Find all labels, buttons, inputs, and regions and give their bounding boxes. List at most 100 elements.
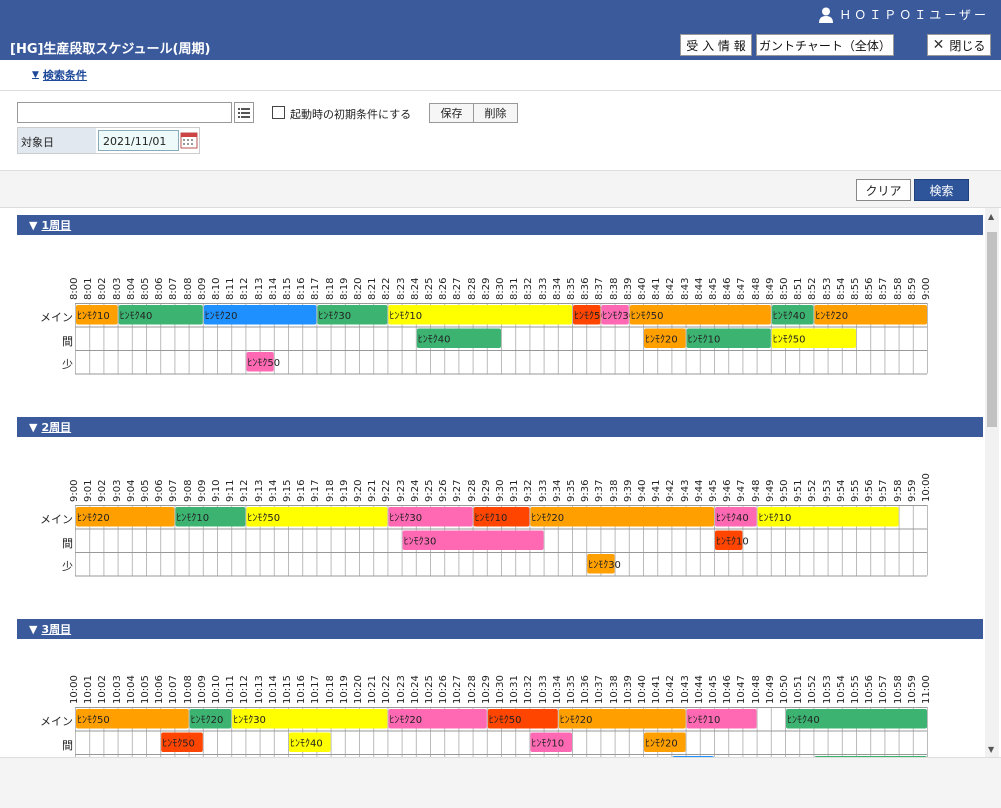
time-tick-label: 8:19 [338, 277, 350, 300]
schedule-bar[interactable]: ﾋﾝﾓｸ30 [317, 305, 388, 325]
user-menu[interactable]: ＨＯＩＰＯＩユーザー [819, 6, 989, 23]
time-tick-label: 8:08 [182, 277, 194, 300]
schedule-bar[interactable]: ﾋﾝﾓｸ20 [203, 305, 317, 325]
schedule-bar[interactable]: ﾋﾝﾓｸ10 [175, 507, 246, 527]
schedule-bar[interactable]: ﾋﾝﾓｸ20 [530, 507, 714, 527]
schedule-bar[interactable]: ﾋﾝﾓｸ30 [388, 507, 473, 527]
triangle-down-icon: ▼ [32, 70, 39, 80]
time-tick-label: 8:56 [864, 277, 876, 300]
time-tick-label: 9:00 [921, 277, 932, 300]
schedule-bar[interactable]: ﾋﾝﾓｸ50 [629, 305, 771, 325]
delete-button[interactable]: 削除 [473, 103, 518, 123]
time-tick-label: 9:51 [793, 479, 805, 502]
receive-info-button[interactable]: 受 入 情 報 [680, 34, 752, 56]
schedule-bar[interactable]: ﾋﾝﾓｸ50 [487, 709, 558, 729]
clear-button[interactable]: クリア [856, 179, 911, 201]
schedule-bar[interactable]: ﾋﾝﾓｸ10 [686, 709, 757, 729]
schedule-bar[interactable]: ﾋﾝﾓｸ50 [76, 709, 189, 729]
schedule-bar[interactable]: ﾋﾝﾓｸ10 [686, 328, 771, 349]
section-header-3[interactable]: ▼ 3周目 [17, 619, 983, 639]
condition-list-button[interactable] [234, 102, 254, 123]
target-date-input[interactable]: 2021/11/01 [98, 130, 179, 151]
time-tick-label: 9:14 [267, 479, 279, 502]
schedule-bar[interactable]: ﾋﾝﾓｸ20 [76, 507, 175, 527]
startup-default-checkbox[interactable] [272, 106, 285, 119]
schedule-bar[interactable]: ﾋﾝﾓｸ10 [388, 305, 572, 325]
schedule-bar[interactable]: ﾋﾝﾓｸ50 [246, 352, 280, 372]
time-tick-label: 10:42 [665, 675, 677, 704]
schedule-bar[interactable]: ﾋﾝﾓｸ10 [76, 305, 118, 325]
schedule-bar[interactable]: ﾋﾝﾓｸ20 [644, 732, 686, 753]
time-tick-label: 9:19 [338, 479, 350, 502]
saved-condition-select[interactable] [17, 102, 232, 123]
time-tick-label: 8:25 [424, 277, 435, 300]
section-header-2[interactable]: ▼ 2周目 [17, 417, 983, 437]
schedule-bar[interactable]: ﾋﾝﾓｸ30 [402, 530, 544, 551]
time-tick-label: 8:22 [381, 277, 393, 300]
triangle-down-icon: ▼ [29, 420, 38, 434]
section-header-1[interactable]: ▼ 1周目 [17, 215, 983, 235]
schedule-bar[interactable]: ﾋﾝﾓｸ40 [771, 305, 814, 325]
time-tick-label: 8:52 [807, 277, 819, 300]
schedule-bar[interactable]: ﾋﾝﾓｸ30 [232, 709, 388, 729]
title-bar: [HG]生産段取スケジュール(周期) 受 入 情 報 ガントチャート（全体） ✕… [0, 30, 1001, 60]
schedule-bar[interactable]: ﾋﾝﾓｸ10 [530, 732, 572, 753]
schedule-bar-label: ﾋﾝﾓｸ40 [418, 334, 451, 346]
time-tick-label: 10:03 [111, 675, 123, 704]
time-tick-label: 8:48 [750, 277, 762, 300]
schedule-bar[interactable]: ﾋﾝﾓｸ40 [715, 507, 757, 527]
schedule-bar[interactable]: ﾋﾝﾓｸ10 [715, 530, 749, 551]
vertical-scrollbar[interactable]: ▲ ▼ [985, 208, 999, 757]
schedule-bar[interactable]: ﾋﾝﾓｸ20 [644, 328, 686, 349]
time-tick-label: 8:05 [140, 277, 151, 300]
calendar-icon[interactable] [180, 131, 198, 149]
time-tick-label: 8:31 [509, 277, 521, 300]
schedule-bar-label: ﾋﾝﾓｸ10 [688, 334, 721, 346]
schedule-bar-label: ﾋﾝﾓｸ50 [77, 714, 110, 726]
schedule-bar[interactable]: ﾋﾝﾓｸ20 [388, 709, 487, 729]
gantt-chart-button[interactable]: ガントチャート（全体） [756, 34, 894, 56]
close-button[interactable]: ✕ 閉じる [927, 34, 991, 56]
schedule-bar[interactable]: ﾋﾝﾓｸ20 [189, 709, 232, 729]
time-tick-label: 10:49 [764, 675, 776, 704]
schedule-bar[interactable]: ﾋﾝﾓｸ30 [587, 554, 621, 574]
scroll-down-icon[interactable]: ▼ [988, 745, 994, 754]
schedule-bar-label: ﾋﾝﾓｸ30 [233, 714, 266, 726]
schedule-bar[interactable]: ﾋﾝﾓｸ20 [558, 709, 686, 729]
search-button[interactable]: 検索 [914, 179, 969, 201]
time-tick-label: 9:55 [850, 479, 861, 502]
divider [0, 90, 1001, 91]
time-tick-label: 9:58 [892, 479, 904, 502]
time-tick-label: 9:00 [69, 479, 80, 502]
schedule-bar[interactable]: ﾋﾝﾓｸ40 [289, 732, 331, 753]
scrollbar-thumb[interactable] [987, 232, 997, 427]
time-tick-label: 8:01 [83, 277, 95, 300]
schedule-bar[interactable]: ﾋﾝﾓｸ40 [786, 709, 927, 729]
schedule-bar[interactable]: ﾋﾝﾓｸ50 [246, 507, 388, 527]
time-tick-label: 10:31 [509, 675, 521, 704]
time-tick-label: 8:12 [239, 277, 251, 300]
time-tick-label: 8:17 [310, 277, 322, 300]
save-button[interactable]: 保存 [429, 103, 474, 123]
schedule-bar[interactable]: ﾋﾝﾓｸ10 [473, 507, 530, 527]
schedule-scroll-area[interactable]: ▼ 1周目 8:00 8:01 8:02 8:03 8:04 8:05 8:06 8:07 8:08… [0, 208, 1001, 757]
time-tick-label: 8:07 [168, 277, 180, 300]
time-tick-label: 8:34 [551, 277, 563, 300]
search-conditions-toggle[interactable]: ▼ 検索条件 [32, 67, 87, 83]
list-icon [238, 107, 250, 118]
schedule-bar[interactable]: ﾋﾝﾓｸ50 [771, 328, 856, 349]
schedule-bar[interactable]: ﾋﾝﾓｸ40 [416, 328, 501, 349]
schedule-bar[interactable]: ﾋﾝﾓｸ20 [814, 305, 927, 325]
scroll-up-icon[interactable]: ▲ [988, 212, 994, 221]
row-label: 少 [62, 560, 73, 573]
schedule-bar[interactable]: ﾋﾝﾓｸ10 [757, 507, 899, 527]
time-tick-label: 10:09 [196, 675, 208, 704]
time-tick-label: 10:18 [324, 675, 336, 704]
time-tick-label: 10:16 [296, 675, 308, 704]
time-tick-label: 8:11 [225, 277, 237, 300]
time-tick-label: 8:16 [296, 277, 308, 300]
user-name: ＨＯＩＰＯＩユーザー [839, 8, 989, 22]
time-tick-label: 9:40 [637, 479, 648, 502]
schedule-bar[interactable]: ﾋﾝﾓｸ50 [161, 732, 203, 753]
schedule-bar[interactable]: ﾋﾝﾓｸ40 [118, 305, 203, 325]
